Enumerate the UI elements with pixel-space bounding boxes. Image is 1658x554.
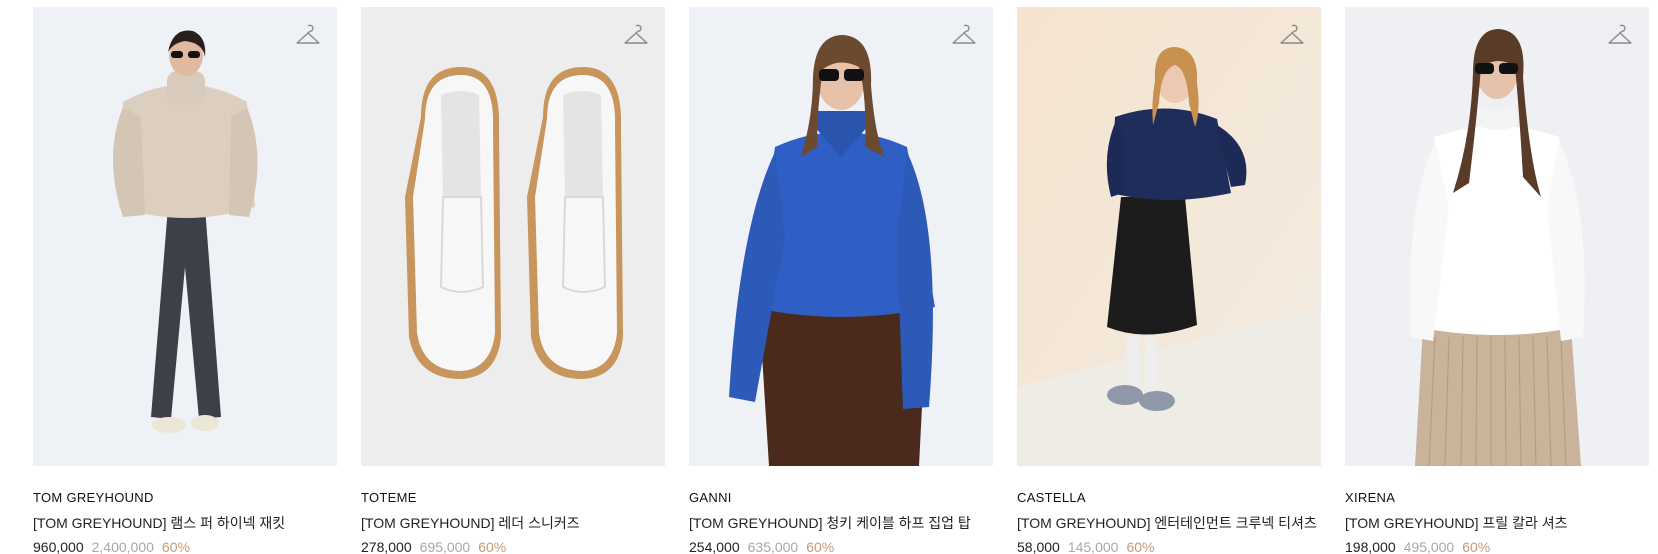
sneakers-photo bbox=[361, 7, 665, 466]
product-name[interactable]: [TOM GREYHOUND] 프릴 칼라 셔츠 bbox=[1345, 514, 1649, 532]
original-price: 2,400,000 bbox=[91, 539, 154, 554]
sale-price: 198,000 bbox=[1345, 539, 1396, 554]
product-card[interactable]: TOM GREYHOUND [TOM GREYHOUND] 램스 퍼 하이넥 재… bbox=[33, 7, 337, 554]
original-price: 695,000 bbox=[419, 539, 471, 554]
product-prices: 278,000 695,000 60% bbox=[361, 538, 665, 554]
product-image[interactable] bbox=[1345, 7, 1649, 466]
product-image[interactable] bbox=[361, 7, 665, 466]
sweatshirt-photo bbox=[1017, 7, 1321, 466]
product-card[interactable]: TOTEME [TOM GREYHOUND] 레더 스니커즈 278,000 69… bbox=[361, 7, 665, 554]
original-price: 635,000 bbox=[747, 539, 799, 554]
product-prices: 960,000 2,400,000 60% bbox=[33, 538, 337, 554]
original-price: 495,000 bbox=[1403, 539, 1455, 554]
fur-jacket-photo bbox=[33, 7, 337, 466]
product-name[interactable]: [TOM GREYHOUND] 청키 케이블 하프 집업 탑 bbox=[689, 514, 993, 532]
product-name[interactable]: [TOM GREYHOUND] 엔터테인먼트 크루넥 티셔츠 bbox=[1017, 514, 1321, 532]
product-card[interactable]: XIRENA [TOM GREYHOUND] 프릴 칼라 셔츠 198,000 4… bbox=[1345, 7, 1649, 554]
original-price: 145,000 bbox=[1067, 539, 1119, 554]
product-brand[interactable]: TOM GREYHOUND bbox=[33, 490, 337, 506]
product-name[interactable]: [TOM GREYHOUND] 레더 스니커즈 bbox=[361, 514, 665, 532]
product-card[interactable]: CASTELLA [TOM GREYHOUND] 엔터테인먼트 크루넥 티셔츠 … bbox=[1017, 7, 1321, 554]
product-image[interactable] bbox=[1017, 7, 1321, 466]
discount-rate: 60% bbox=[1462, 539, 1491, 554]
product-brand[interactable]: CASTELLA bbox=[1017, 490, 1321, 506]
hanger-icon[interactable] bbox=[951, 23, 977, 49]
discount-rate: 60% bbox=[806, 539, 835, 554]
hanger-icon[interactable] bbox=[1607, 23, 1633, 49]
discount-rate: 60% bbox=[1126, 539, 1155, 554]
product-brand[interactable]: XIRENA bbox=[1345, 490, 1649, 506]
product-image[interactable] bbox=[689, 7, 993, 466]
frill-shirt-photo bbox=[1345, 7, 1649, 466]
product-name[interactable]: [TOM GREYHOUND] 램스 퍼 하이넥 재킷 bbox=[33, 514, 337, 532]
sale-price: 58,000 bbox=[1017, 539, 1060, 554]
product-brand[interactable]: GANNI bbox=[689, 490, 993, 506]
hanger-icon[interactable] bbox=[295, 23, 321, 49]
sale-price: 278,000 bbox=[361, 539, 412, 554]
product-grid: TOM GREYHOUND [TOM GREYHOUND] 램스 퍼 하이넥 재… bbox=[0, 0, 1658, 554]
hanger-icon[interactable] bbox=[1279, 23, 1305, 49]
discount-rate: 60% bbox=[161, 539, 190, 554]
product-prices: 58,000 145,000 60% bbox=[1017, 538, 1321, 554]
product-brand[interactable]: TOTEME bbox=[361, 490, 665, 506]
hanger-icon[interactable] bbox=[623, 23, 649, 49]
product-card[interactable]: GANNI [TOM GREYHOUND] 청키 케이블 하프 집업 탑 254… bbox=[689, 7, 993, 554]
sale-price: 960,000 bbox=[33, 539, 84, 554]
product-prices: 254,000 635,000 60% bbox=[689, 538, 993, 554]
knit-top-photo bbox=[689, 7, 993, 466]
product-image[interactable] bbox=[33, 7, 337, 466]
product-prices: 198,000 495,000 60% bbox=[1345, 538, 1649, 554]
discount-rate: 60% bbox=[478, 539, 507, 554]
sale-price: 254,000 bbox=[689, 539, 740, 554]
